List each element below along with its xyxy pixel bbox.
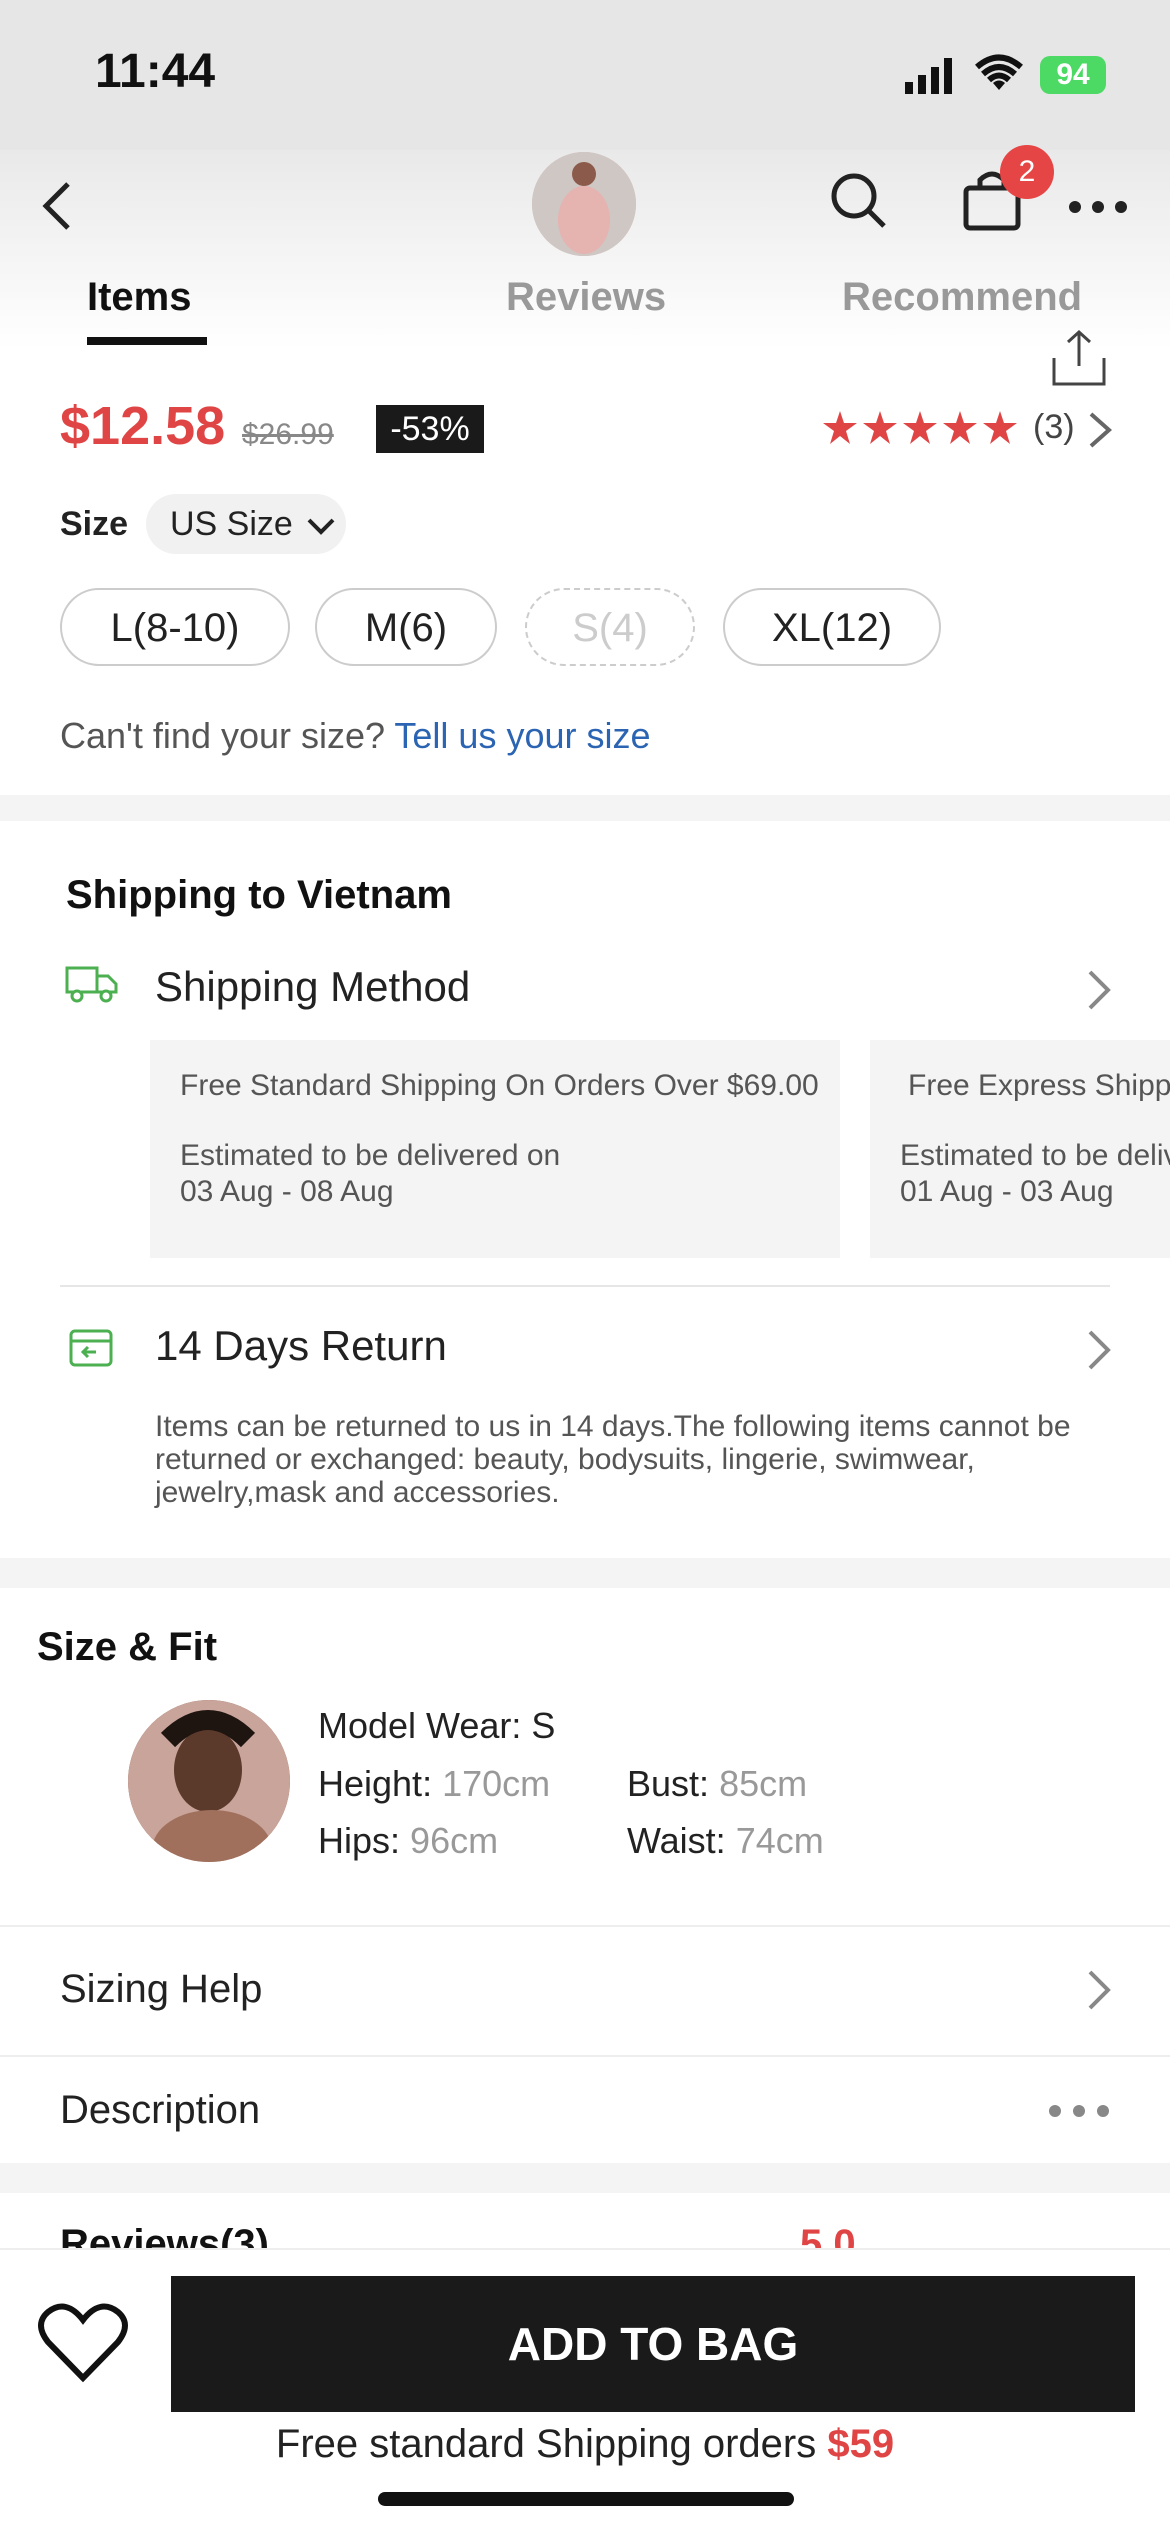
chevron-down-icon	[307, 518, 335, 535]
shipping-dates: 03 Aug - 08 Aug	[180, 1175, 394, 1208]
divider	[0, 1925, 1170, 1927]
tell-us-size-link[interactable]: Tell us your size	[394, 715, 650, 756]
return-policy-label[interactable]: 14 Days Return	[155, 1322, 447, 1370]
search-icon[interactable]	[828, 170, 888, 235]
bust-label: Bust:	[627, 1763, 710, 1804]
return-icon	[68, 1328, 114, 1373]
shipping-title: Shipping to Vietnam	[66, 873, 452, 917]
chevron-right-icon[interactable]	[1082, 1328, 1116, 1370]
shipping-method-label[interactable]: Shipping Method	[155, 963, 470, 1011]
size-unit-value: US Size	[170, 505, 293, 543]
model-wear: Model Wear: S	[318, 1705, 556, 1746]
size-label: Size	[60, 505, 129, 543]
section-divider	[0, 795, 1170, 821]
more-icon[interactable]	[1068, 200, 1128, 219]
free-shipping-note: Free standard Shipping orders $59	[0, 2422, 1170, 2467]
shipping-estimate-label: Estimated to be deliv	[900, 1139, 1170, 1172]
model-hips: Hips: 96cm	[318, 1820, 498, 1862]
model-bust: Bust: 85cm	[627, 1763, 807, 1805]
chevron-right-icon[interactable]	[1082, 968, 1116, 1010]
hips-value: 96cm	[410, 1820, 499, 1861]
tab-reviews[interactable]: Reviews	[506, 275, 666, 320]
cant-find-size: Can't find your size? Tell us your size	[60, 715, 651, 757]
shipping-option-title: Free Standard Shipping On Orders Over $6…	[180, 1069, 819, 1102]
truck-icon	[64, 962, 120, 1011]
discount-badge: -53%	[376, 405, 484, 453]
product-thumbnail[interactable]	[532, 152, 636, 256]
cant-find-text: Can't find your size?	[60, 715, 386, 756]
shipping-option-title: Free Express Shippi	[908, 1069, 1170, 1102]
hips-label: Hips:	[318, 1820, 401, 1861]
current-price: $12.58	[60, 396, 226, 456]
description-row[interactable]: Description	[60, 2088, 260, 2133]
reviews-score: 5.0	[800, 2222, 856, 2248]
battery-indicator: 94	[1040, 56, 1106, 94]
shipping-estimate-label: Estimated to be delivered on	[180, 1139, 561, 1172]
divider	[60, 1285, 1110, 1287]
size-option-s[interactable]: S(4)	[525, 588, 695, 666]
section-divider	[0, 1558, 1170, 1588]
model-waist: Waist: 74cm	[627, 1820, 824, 1862]
heart-icon[interactable]	[38, 2300, 128, 2389]
rating-stars[interactable]	[822, 410, 1020, 453]
status-time: 11:44	[95, 45, 216, 98]
return-policy-text: Items can be returned to us in 14 days.T…	[155, 1410, 1071, 1509]
size-option-xl[interactable]: XL(12)	[723, 588, 941, 666]
model-height: Height: 170cm	[318, 1763, 550, 1805]
chevron-right-icon[interactable]	[1082, 1968, 1116, 2010]
free-shipping-amount: $59	[827, 2422, 895, 2466]
section-divider	[0, 2163, 1170, 2193]
shipping-option-express[interactable]: Free Express Shippi Estimated to be deli…	[870, 1040, 1170, 1258]
wifi-icon	[975, 54, 1023, 97]
height-value: 170cm	[442, 1763, 551, 1804]
tab-items[interactable]: Items	[87, 275, 192, 320]
chevron-right-icon[interactable]	[1083, 410, 1117, 448]
signal-icon	[905, 58, 955, 99]
waist-value: 74cm	[735, 1820, 824, 1861]
size-option-m[interactable]: M(6)	[315, 588, 497, 666]
bust-value: 85cm	[719, 1763, 808, 1804]
original-price: $26.99	[242, 418, 334, 451]
tab-recommend[interactable]: Recommend	[842, 275, 1082, 320]
share-icon[interactable]	[1050, 328, 1108, 393]
free-shipping-text: Free standard Shipping orders	[275, 2422, 817, 2466]
size-option-l[interactable]: L(8-10)	[60, 588, 290, 666]
size-fit-title: Size & Fit	[37, 1625, 218, 1669]
home-indicator[interactable]	[378, 2492, 794, 2506]
add-to-bag-button[interactable]: ADD TO BAG	[171, 2276, 1135, 2412]
back-icon[interactable]	[38, 178, 78, 239]
height-label: Height:	[318, 1763, 433, 1804]
size-unit-selector[interactable]: US Size	[146, 494, 346, 554]
rating-count[interactable]: (3)	[1033, 408, 1075, 447]
model-avatar	[128, 1700, 290, 1862]
cart-count-badge: 2	[1000, 145, 1054, 199]
sizing-help-row[interactable]: Sizing Help	[60, 1967, 262, 2012]
shipping-dates: 01 Aug - 03 Aug	[900, 1175, 1114, 1208]
shipping-option-standard[interactable]: Free Standard Shipping On Orders Over $6…	[150, 1040, 840, 1258]
active-tab-indicator	[87, 337, 207, 345]
ellipsis-icon[interactable]	[1048, 2104, 1110, 2123]
divider	[0, 2055, 1170, 2057]
reviews-heading[interactable]: Reviews(3)	[60, 2222, 269, 2248]
waist-label: Waist:	[627, 1820, 726, 1861]
